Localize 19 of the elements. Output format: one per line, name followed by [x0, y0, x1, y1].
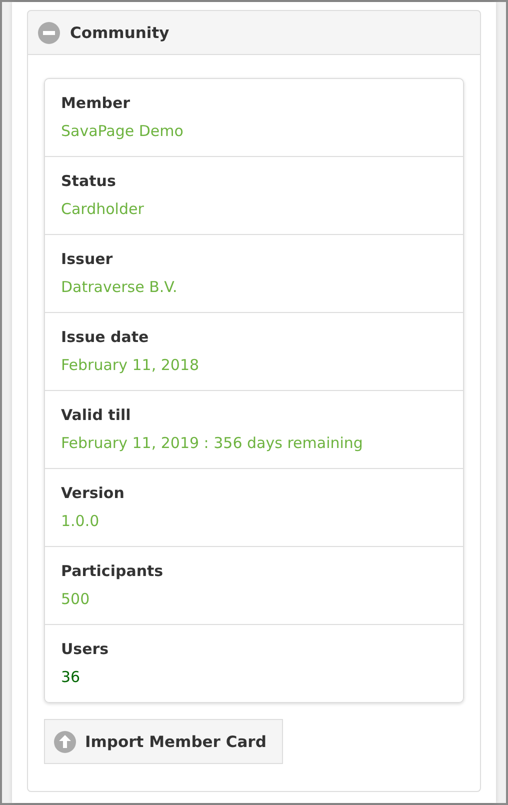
field-value: Datraverse B.V. — [61, 277, 178, 298]
field-value: Cardholder — [61, 199, 145, 220]
field-label: Member — [61, 93, 132, 114]
field-value: February 11, 2019 : 356 days remaining — [61, 433, 364, 454]
field-label: Status — [61, 171, 117, 192]
field-label: Issuer — [61, 249, 114, 270]
section-title: Community — [70, 24, 170, 42]
section-header[interactable]: Community — [27, 10, 481, 55]
field-label: Valid till — [61, 405, 132, 426]
field-value: February 11, 2018 — [61, 355, 200, 376]
field-value: 36 — [61, 667, 82, 688]
field-label: Issue date — [61, 327, 150, 348]
field-value: 1.0.0 — [61, 511, 100, 532]
field-value: 500 — [61, 589, 91, 610]
field-label: Version — [61, 483, 126, 504]
field-value: SavaPage Demo — [61, 121, 184, 142]
field-label: Users — [61, 639, 110, 660]
import-button[interactable]: Import Member Card — [44, 719, 284, 764]
field-label: Participants — [61, 561, 164, 582]
